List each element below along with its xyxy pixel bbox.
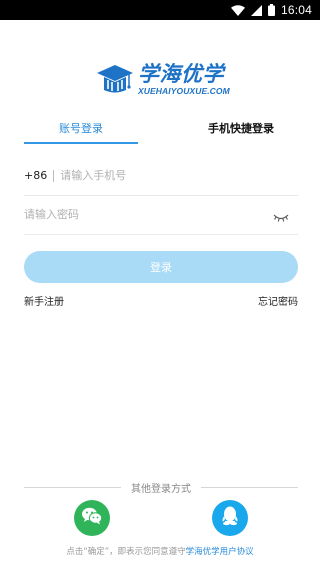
divider-line-right [201,486,298,488]
active-tab-indicator [24,142,138,144]
graduation-cap-icon [96,62,134,100]
register-link[interactable]: 新手注册 [24,293,64,308]
agreement-prefix: 点击“确定”，即表示您同意遵守 [66,547,186,557]
logo-subtitle: XUEHAIYOUXUE.COM [138,86,230,96]
password-input[interactable] [24,208,272,221]
logo-name: 学海优学 [138,62,224,86]
other-login-header: 其他登录方式 [24,480,298,495]
phone-field: +86 [24,156,298,196]
forgot-password-link[interactable]: 忘记密码 [258,293,298,308]
divider-line-left [24,486,121,488]
eye-closed-icon[interactable] [272,209,290,222]
tab-account-login-label: 账号登录 [59,122,103,135]
tab-phone-quick-login-label: 手机快捷登录 [208,122,274,135]
country-code[interactable]: +86 [24,169,47,182]
wechat-login-button[interactable] [74,500,110,536]
app-logo: 学海优学 XUEHAIYOUXUE.COM [96,62,230,100]
qq-login-button[interactable] [212,500,248,536]
other-login-title: 其他登录方式 [131,483,191,495]
wifi-icon [230,4,245,16]
field-divider [53,169,55,182]
login-button[interactable]: 登录 [24,251,298,283]
password-field [24,195,298,235]
phone-input[interactable] [60,169,298,182]
tab-phone-quick-login[interactable]: 手机快捷登录 [184,118,298,144]
agreement-text: 点击“确定”，即表示您同意遵守学海优学用户协议 [0,545,320,557]
tab-account-login[interactable]: 账号登录 [24,118,138,144]
signal-icon [250,4,262,16]
battery-icon [267,4,275,16]
status-time: 16:04 [280,3,312,17]
wechat-icon [81,506,103,530]
login-tabs: 账号登录 手机快捷登录 [24,118,298,144]
status-bar: 16:04 [0,0,320,20]
qq-icon [220,505,240,531]
user-agreement-link[interactable]: 学海优学用户协议 [186,547,254,557]
